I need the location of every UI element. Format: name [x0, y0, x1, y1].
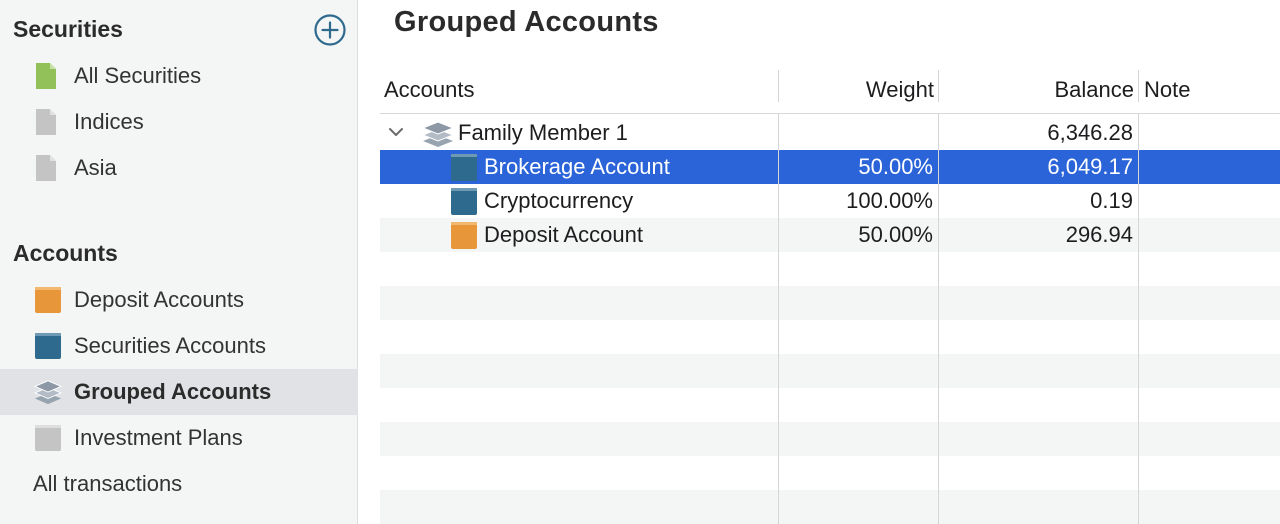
empty-row [380, 252, 1280, 286]
sidebar-item-label: Indices [74, 109, 144, 134]
column-header-weight[interactable]: Weight [778, 70, 934, 114]
account-name: Deposit Account [484, 222, 643, 247]
sidebar-item-asia[interactable]: Asia [0, 145, 358, 191]
header-divider[interactable] [1138, 70, 1139, 102]
accounts-section-header: Accounts [13, 240, 118, 266]
sidebar-item-label: Asia [74, 155, 117, 180]
blue-book-icon [34, 331, 62, 361]
chevron-down-icon[interactable] [387, 116, 405, 150]
main-content: Grouped Accounts Family Member 1 Brokera… [359, 0, 1280, 524]
account-name: Brokerage Account [484, 154, 670, 179]
empty-row [380, 456, 1280, 490]
sidebar-item-securities-accounts[interactable]: Securities Accounts [0, 323, 358, 369]
sidebar-item-label: Securities Accounts [74, 333, 266, 358]
accounts-table: Family Member 1 Brokerage Account Crypto… [380, 70, 1280, 524]
sidebar-item-all-securities[interactable]: All Securities [0, 53, 358, 99]
sidebar-item-label: All transactions [33, 471, 183, 496]
column-divider[interactable] [778, 70, 779, 524]
plus-circle-icon [314, 14, 346, 46]
add-button[interactable] [314, 14, 346, 46]
orange-book-icon [451, 221, 478, 250]
sidebar: Securities All Securities Indices Asia A… [0, 0, 358, 524]
sidebar-item-all-transactions[interactable]: All transactions [0, 461, 358, 507]
column-header-balance[interactable]: Balance [938, 70, 1134, 114]
gray-document-icon [34, 153, 62, 183]
blue-book-icon [451, 153, 478, 182]
securities-section-header: Securities [13, 16, 123, 42]
table-row-family-member[interactable]: Family Member 1 [380, 116, 1280, 150]
sidebar-item-deposit-accounts[interactable]: Deposit Accounts [0, 277, 358, 323]
green-document-icon [34, 61, 62, 91]
column-divider[interactable] [1138, 70, 1139, 524]
table-row-cryptocurrency[interactable]: Cryptocurrency [380, 184, 1280, 218]
empty-row [380, 422, 1280, 456]
sidebar-item-investment-plans[interactable]: Investment Plans [0, 415, 358, 461]
table-header: Accounts Weight Balance Note [380, 70, 1280, 114]
account-name: Cryptocurrency [484, 188, 634, 213]
empty-row [380, 388, 1280, 422]
empty-row [380, 354, 1280, 388]
sidebar-item-label: Grouped Accounts [74, 379, 272, 404]
stack-layers-icon [421, 119, 455, 148]
orange-book-icon [34, 285, 62, 315]
empty-row [380, 286, 1280, 320]
column-header-accounts[interactable]: Accounts [384, 70, 475, 114]
gray-book-icon [34, 423, 62, 453]
empty-row [380, 490, 1280, 524]
gray-document-icon [34, 107, 62, 137]
blue-book-icon [451, 187, 478, 216]
column-divider[interactable] [938, 70, 939, 524]
table-row-brokerage-account[interactable]: Brokerage Account [380, 150, 1280, 184]
header-divider[interactable] [778, 70, 779, 102]
sidebar-item-label: All Securities [74, 63, 202, 88]
stack-layers-icon [34, 377, 62, 407]
account-name: Family Member 1 [458, 120, 628, 145]
column-header-note[interactable]: Note [1144, 70, 1190, 114]
empty-row [380, 320, 1280, 354]
sidebar-item-label: Deposit Accounts [74, 287, 244, 312]
sidebar-item-label: Investment Plans [74, 425, 243, 450]
sidebar-item-indices[interactable]: Indices [0, 99, 358, 145]
sidebar-item-grouped-accounts[interactable]: Grouped Accounts [0, 369, 358, 415]
page-title: Grouped Accounts [394, 6, 659, 38]
table-row-deposit-account[interactable]: Deposit Account [380, 218, 1280, 252]
header-divider[interactable] [938, 70, 939, 102]
